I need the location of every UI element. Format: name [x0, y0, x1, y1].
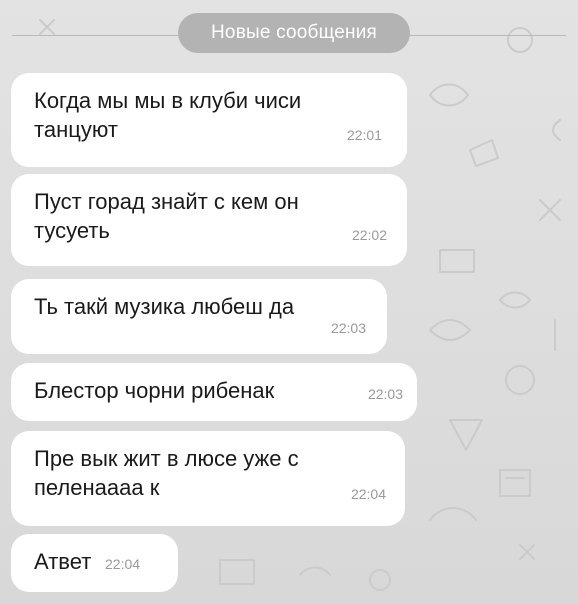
- message-bubble[interactable]: Ть такй музика любеш да 22:03: [11, 279, 387, 354]
- message-text: Пуст горад знайт с кем он тусуеть: [34, 189, 299, 243]
- message-bubble[interactable]: Пуст горад знайт с кем он тусуеть 22:02: [11, 174, 407, 266]
- message-timestamp: 22:01: [346, 127, 382, 143]
- message-text: Когда мы мы в клуби чиси танцуют: [34, 88, 302, 142]
- message-text: Пре вык жит в люсе уже с пеленаааа к: [34, 446, 299, 500]
- message-bubble[interactable]: Блестор чорни рибенак 22:03: [11, 363, 417, 421]
- message-timestamp: 22:03: [330, 320, 366, 336]
- message-timestamp: 22:04: [105, 556, 141, 572]
- message-bubble[interactable]: Атвет 22:04: [11, 534, 178, 592]
- message-text: Блестор чорни рибенак: [34, 378, 275, 403]
- message-timestamp: 22:04: [350, 486, 386, 502]
- message-text: Ть такй музика любеш да: [34, 294, 295, 319]
- message-bubble[interactable]: Когда мы мы в клуби чиси танцуют 22:01: [11, 73, 407, 167]
- message-timestamp: 22:02: [351, 227, 387, 243]
- new-messages-badge: Новые сообщения: [178, 13, 410, 53]
- message-bubble[interactable]: Пре вык жит в люсе уже с пеленаааа к 22:…: [11, 431, 405, 526]
- message-timestamp: 22:03: [367, 386, 403, 402]
